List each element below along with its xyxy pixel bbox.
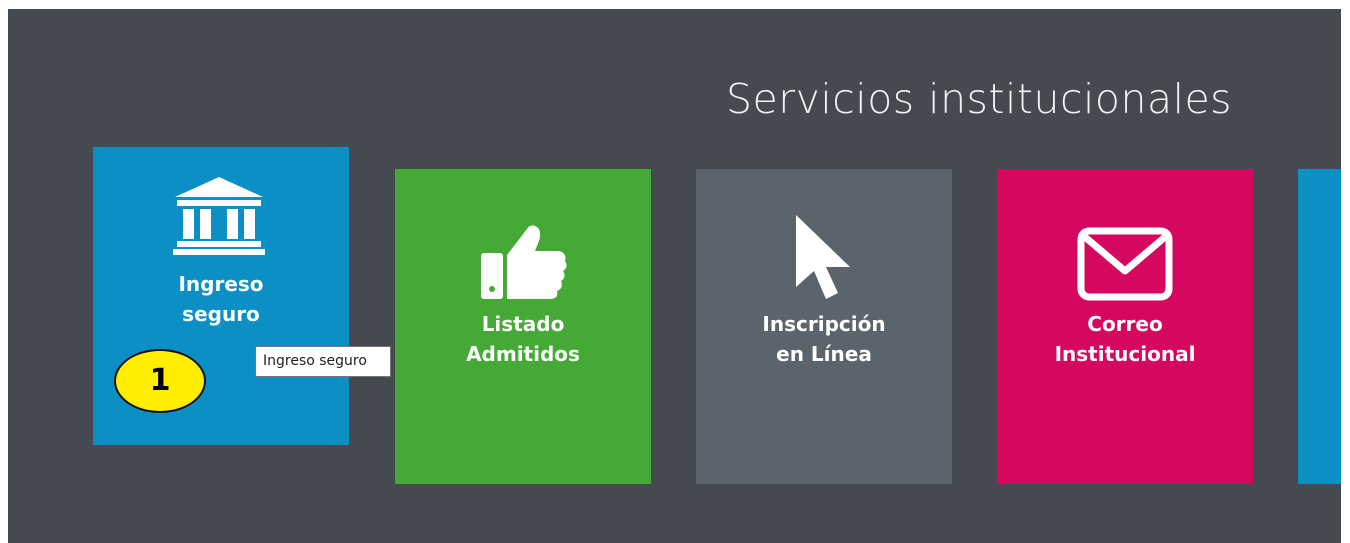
- tile-listado-admitidos[interactable]: Listado Admitidos: [395, 169, 651, 484]
- tile-label-line1: Inscripción: [762, 312, 886, 336]
- thumbs-up-icon: [481, 225, 567, 299]
- section-title: Servicios institucionales: [726, 75, 1233, 123]
- cursor-arrow-icon: [796, 215, 850, 299]
- tile-inscripcion-en-linea[interactable]: Inscripción en Línea: [696, 169, 952, 484]
- tile-correo-label: Correo Institucional: [997, 309, 1253, 369]
- tile-label-line1: Correo: [1087, 312, 1163, 336]
- tile-inscripcion-label: Inscripción en Línea: [696, 309, 952, 369]
- tile-label-line2: seguro: [182, 302, 260, 326]
- tile-listado-admitidos-label: Listado Admitidos: [395, 309, 651, 369]
- tile-label-line1: Ingreso: [178, 272, 264, 296]
- tile-label-line2: en Línea: [776, 342, 872, 366]
- tile-ingreso-seguro-label: Ingreso seguro: [93, 269, 349, 329]
- annotation-number-badge: 1: [114, 349, 206, 413]
- tile-label-line2: Admitidos: [466, 342, 580, 366]
- tooltip-ingreso-seguro: Ingreso seguro: [255, 346, 391, 377]
- services-panel: Servicios institucionales Ingreso seguro…: [8, 9, 1341, 543]
- tile-label-line2: Institucional: [1054, 342, 1196, 366]
- bank-icon: [173, 177, 265, 255]
- envelope-icon: [1077, 227, 1173, 301]
- tile-partial-next[interactable]: [1298, 169, 1341, 484]
- tile-correo-institucional[interactable]: Correo Institucional: [997, 169, 1253, 484]
- tile-label-line1: Listado: [481, 312, 565, 336]
